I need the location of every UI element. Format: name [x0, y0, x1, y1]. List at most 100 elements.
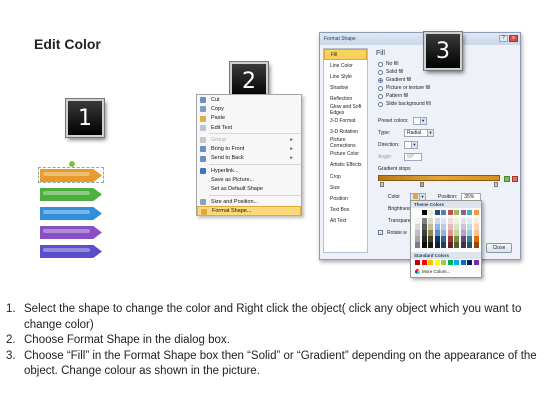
menu-item[interactable]: Send to Back ▸ [197, 154, 301, 163]
color-swatch[interactable] [454, 210, 459, 215]
shape-stack[interactable] [34, 161, 106, 265]
fill-option[interactable]: Picture or texture fill [378, 84, 518, 92]
gradient-stop-2[interactable] [420, 182, 424, 187]
menu-separator [209, 133, 301, 135]
arrow-shape-green[interactable] [40, 188, 102, 201]
radio-button[interactable] [378, 85, 383, 91]
menu-item-icon [200, 168, 206, 175]
menu-item[interactable]: Cut [197, 95, 301, 104]
color-swatch[interactable] [454, 260, 459, 265]
color-swatch[interactable] [473, 260, 479, 265]
direction-dropdown[interactable]: ▼ [404, 140, 418, 149]
color-swatch[interactable] [460, 260, 466, 265]
category-item[interactable]: Crop [324, 171, 367, 182]
gradient-stop-1[interactable] [380, 182, 384, 187]
color-swatch[interactable] [467, 210, 472, 215]
menu-item-icon [201, 209, 207, 216]
color-swatch[interactable] [473, 218, 479, 248]
menu-item[interactable]: Save as Picture... [197, 175, 301, 184]
arrow-shape-orange[interactable] [40, 169, 102, 182]
radio-button[interactable] [378, 77, 383, 83]
gradient-stop-3[interactable] [494, 182, 498, 187]
menu-item[interactable]: Size and Position... [197, 197, 301, 206]
category-item[interactable]: Reflection [324, 93, 367, 104]
color-swatch[interactable] [447, 210, 453, 215]
color-swatch[interactable] [460, 210, 466, 215]
color-swatch[interactable] [473, 210, 479, 215]
menu-item[interactable]: Bring to Front ▸ [197, 144, 301, 153]
category-item[interactable]: Size [324, 182, 367, 193]
color-swatch[interactable] [434, 218, 440, 248]
color-swatch[interactable] [447, 260, 453, 265]
color-swatch[interactable] [434, 260, 440, 265]
type-row: Type: Radial ▼ [378, 128, 434, 137]
category-item[interactable]: Artistic Effects [324, 160, 367, 171]
color-swatch[interactable] [428, 210, 433, 215]
angle-input[interactable]: 90° [404, 152, 422, 161]
color-swatch[interactable] [428, 260, 433, 265]
category-item[interactable]: Line Color [324, 60, 367, 71]
submenu-arrow-icon: ▸ [290, 155, 293, 162]
color-swatch[interactable] [454, 218, 459, 248]
close-icon[interactable]: x [509, 35, 518, 42]
color-swatch[interactable] [441, 210, 446, 215]
category-list: Fill Line Color Line Style Shadow Reflection… [323, 48, 368, 253]
gradient-stops-bar[interactable] [378, 175, 500, 181]
category-item[interactable]: Alt Text [324, 215, 367, 226]
radio-button[interactable] [378, 101, 383, 107]
radio-button[interactable] [378, 69, 383, 75]
arrow-shape-violet[interactable] [40, 245, 102, 258]
color-swatch[interactable] [415, 260, 420, 265]
menu-item-icon [200, 155, 206, 162]
color-swatch[interactable] [421, 260, 427, 265]
menu-item[interactable]: Set as Default Shape [197, 185, 301, 194]
category-item[interactable]: Fill [324, 49, 367, 61]
more-colors-link[interactable]: More Colors... [415, 269, 450, 274]
menu-item-label: Size and Position... [211, 198, 259, 205]
type-dropdown[interactable]: Radial ▼ [404, 128, 434, 137]
menu-item-label: Cut [211, 96, 220, 103]
help-button[interactable]: ? [499, 35, 508, 42]
category-item[interactable]: 3-D Format [324, 116, 367, 127]
color-swatch[interactable] [421, 210, 427, 215]
fill-option[interactable]: Slide background fill [378, 100, 518, 108]
color-swatch[interactable] [415, 218, 420, 248]
category-item[interactable]: Position [324, 193, 367, 204]
category-item[interactable]: Line Style [324, 71, 367, 82]
category-item[interactable]: Glow and Soft Edges [324, 104, 367, 116]
color-swatch[interactable] [467, 260, 472, 265]
menu-item[interactable]: Group ▸ [197, 135, 301, 144]
preset-colors-label: Preset colors: [378, 117, 409, 124]
remove-stop-icon[interactable] [512, 175, 518, 182]
color-swatch[interactable] [441, 218, 446, 248]
fill-option[interactable]: Pattern fill [378, 92, 518, 100]
menu-item[interactable]: Hyperlink... [197, 166, 301, 175]
menu-item[interactable]: Edit Text [197, 123, 301, 132]
color-swatch[interactable] [428, 218, 433, 248]
fill-option[interactable]: Gradient fill [378, 76, 518, 84]
category-item[interactable]: Picture Color [324, 149, 367, 160]
menu-item[interactable]: Paste [197, 114, 301, 123]
category-item[interactable]: Text Box [324, 204, 367, 215]
angle-value: 90° [407, 153, 415, 160]
arrow-shape-purple[interactable] [40, 226, 102, 239]
preset-colors-dropdown[interactable]: ▼ [412, 116, 427, 125]
close-button[interactable]: Close [486, 243, 512, 253]
radio-button[interactable] [378, 93, 383, 99]
color-swatch[interactable] [447, 218, 453, 248]
color-swatch[interactable] [421, 218, 427, 248]
color-swatch[interactable] [434, 210, 440, 215]
category-item[interactable]: Shadow [324, 82, 367, 93]
category-item[interactable]: Picture Corrections [324, 137, 367, 149]
color-swatch[interactable] [415, 210, 420, 215]
radio-button[interactable] [378, 61, 383, 67]
rotate-checkbox[interactable]: ✓ [378, 230, 383, 235]
color-swatch[interactable] [467, 218, 472, 248]
arrow-shape-blue[interactable] [40, 207, 102, 220]
menu-item[interactable]: Format Shape... [197, 206, 301, 216]
color-swatch[interactable] [460, 218, 466, 248]
category-item[interactable]: 3-D Rotation [324, 127, 367, 138]
color-swatch[interactable] [441, 260, 446, 265]
add-stop-icon[interactable] [504, 175, 510, 182]
menu-item[interactable]: Copy [197, 104, 301, 113]
